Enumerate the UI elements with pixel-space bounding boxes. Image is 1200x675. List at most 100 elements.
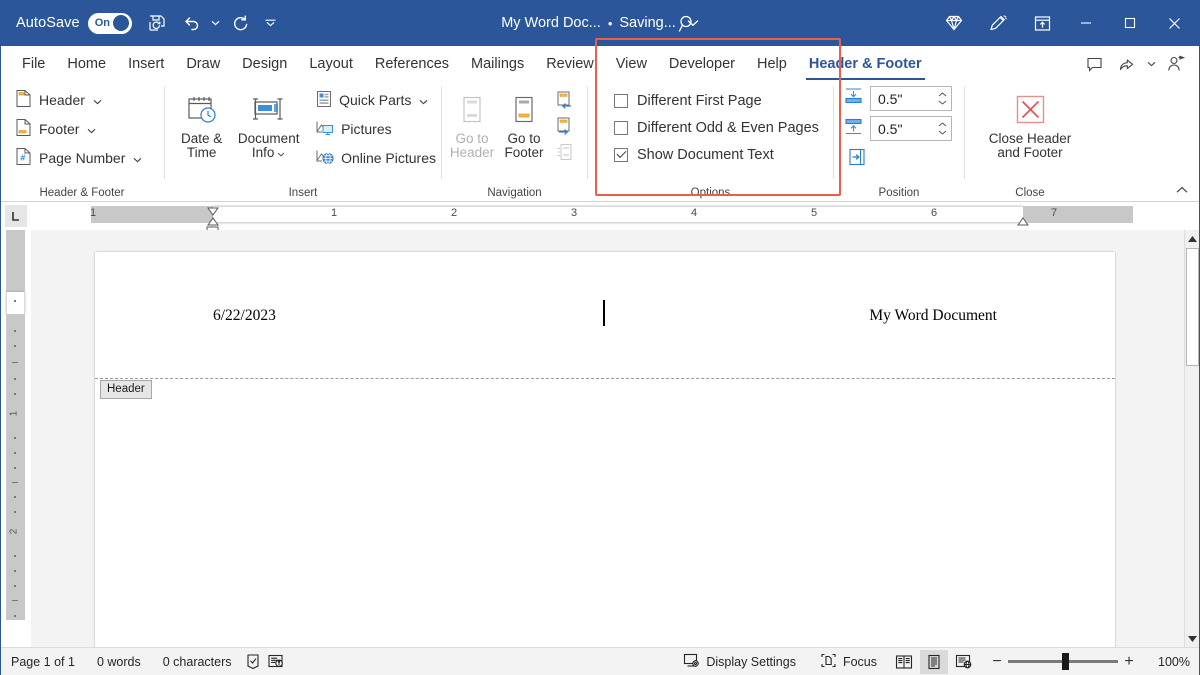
customize-quick-access-toolbar-icon[interactable] <box>258 6 284 40</box>
go-to-header-button[interactable]: Go to Header <box>446 86 498 160</box>
document-info-button[interactable]: Document Info <box>234 86 303 160</box>
maximize-icon[interactable] <box>1108 0 1152 46</box>
document-info-chevron-down-icon[interactable] <box>277 146 285 160</box>
close-header-and-footer-button[interactable]: Close Header and Footer <box>974 86 1086 160</box>
ribbon-group-options: Different First Page Different Odd & Eve… <box>588 80 833 202</box>
autosave-toggle[interactable]: On <box>88 13 132 34</box>
tab-design[interactable]: Design <box>231 48 298 80</box>
checkbox-different-first-page[interactable]: Different First Page <box>610 88 762 113</box>
focus-button[interactable]: Focus <box>809 649 888 675</box>
document-area[interactable]: 6/22/2023 My Word Document Header <box>31 230 1184 647</box>
display-settings-button[interactable]: Display Settings <box>672 649 807 675</box>
horizontal-ruler[interactable]: 1 1 2 3 4 5 6 7 <box>31 202 1200 230</box>
vertical-ruler[interactable]: 1 2 <box>0 230 31 647</box>
go-to-footer-button[interactable]: Go to Footer <box>498 86 550 160</box>
tab-header-and-footer[interactable]: Header & Footer <box>798 48 933 80</box>
tab-mailings[interactable]: Mailings <box>460 48 535 80</box>
show-document-text-label: Show Document Text <box>637 147 774 163</box>
print-layout-icon[interactable] <box>920 650 948 674</box>
footer-position-input[interactable]: 0.5" <box>870 116 952 141</box>
svg-text:#: # <box>20 154 27 163</box>
vruler-dot <box>14 300 16 302</box>
header-button[interactable]: Header <box>10 86 147 114</box>
footer-chevron-down-icon[interactable] <box>87 121 96 137</box>
share-icon[interactable] <box>1110 50 1142 78</box>
horizontal-ruler-row: 1 1 2 3 4 5 6 7 <box>0 202 1200 230</box>
chevron-up-icon[interactable] <box>1172 181 1192 199</box>
document-info-icon <box>250 90 288 132</box>
checkbox-different-odd-even-pages[interactable]: Different Odd & Even Pages <box>610 115 819 140</box>
link-to-previous-icon[interactable] <box>552 139 578 164</box>
close-icon[interactable] <box>1152 0 1196 46</box>
document-name[interactable]: My Word Doc... <box>501 15 601 31</box>
zoom-level[interactable]: 100% <box>1148 655 1190 669</box>
header-zone[interactable]: 6/22/2023 My Word Document <box>95 252 1115 378</box>
undo-dropdown-chevron-down-icon[interactable] <box>208 6 224 40</box>
scroll-down-icon[interactable] <box>1185 630 1200 647</box>
next-section-icon[interactable] <box>552 113 578 138</box>
zoom-track[interactable] <box>1008 660 1118 663</box>
redo-icon[interactable] <box>224 6 258 40</box>
scroll-up-icon[interactable] <box>1185 230 1200 247</box>
right-indent-marker[interactable] <box>1017 213 1029 231</box>
vruler-dot <box>14 378 16 380</box>
header-position-input[interactable]: 0.5" <box>870 86 952 111</box>
tab-insert[interactable]: Insert <box>117 48 175 80</box>
zoom-in-icon[interactable]: + <box>1118 651 1140 673</box>
scrollbar-thumb[interactable] <box>1186 248 1199 366</box>
left-tab-stop-icon[interactable] <box>0 202 31 230</box>
document-page[interactable]: 6/22/2023 My Word Document Header <box>95 252 1115 647</box>
word-count[interactable]: 0 words <box>86 649 152 675</box>
previous-section-icon[interactable] <box>552 87 578 112</box>
diamond-icon[interactable] <box>932 0 976 46</box>
spelling-check-icon[interactable] <box>243 650 265 674</box>
tab-view[interactable]: View <box>605 48 658 80</box>
tab-file[interactable]: File <box>11 48 56 80</box>
read-mode-icon[interactable] <box>890 650 918 674</box>
date-time-line1: Date & <box>181 132 222 146</box>
page-count[interactable]: Page 1 of 1 <box>0 649 86 675</box>
footer-position-spinner[interactable] <box>934 117 951 140</box>
insert-alignment-tab-icon[interactable] <box>844 144 870 170</box>
tab-draw[interactable]: Draw <box>175 48 231 80</box>
status-bar: Page 1 of 1 0 words 0 characters <box>0 647 1200 675</box>
save-sync-icon[interactable] <box>140 6 174 40</box>
close-header-footer-line1: Close Header <box>989 132 1072 146</box>
online-pictures-button[interactable]: Online Pictures <box>311 144 441 172</box>
comment-icon[interactable] <box>1078 50 1110 78</box>
page-number-button[interactable]: # Page Number <box>10 144 147 172</box>
tab-layout[interactable]: Layout <box>298 48 364 80</box>
zoom-thumb[interactable] <box>1062 653 1069 670</box>
pictures-button[interactable]: Pictures <box>311 115 441 143</box>
footer-button[interactable]: Footer <box>10 115 147 143</box>
minimize-icon[interactable] <box>1064 0 1108 46</box>
accessibility-checker-icon[interactable] <box>265 650 287 674</box>
vertical-scrollbar[interactable] <box>1184 230 1200 647</box>
tab-references[interactable]: References <box>364 48 460 80</box>
header-right-text[interactable]: My Word Document <box>869 307 997 325</box>
zoom-out-icon[interactable]: − <box>986 651 1008 673</box>
date-and-time-button[interactable]: Date & Time <box>171 86 232 160</box>
pen-icon[interactable] <box>976 0 1020 46</box>
header-left-text[interactable]: 6/22/2023 <box>213 307 276 325</box>
person-add-icon[interactable] <box>1160 50 1192 78</box>
undo-icon[interactable] <box>174 6 208 40</box>
web-layout-icon[interactable] <box>950 650 978 674</box>
display-settings-icon <box>683 652 700 672</box>
tab-developer[interactable]: Developer <box>658 48 746 80</box>
header-position-spinner[interactable] <box>934 87 951 110</box>
tab-home[interactable]: Home <box>56 48 117 80</box>
tab-help[interactable]: Help <box>746 48 798 80</box>
quick-parts-chevron-down-icon[interactable] <box>419 92 428 108</box>
ribbon-display-options-icon[interactable] <box>1020 0 1064 46</box>
zoom-slider[interactable]: − + <box>986 651 1140 673</box>
checkbox-show-document-text[interactable]: Show Document Text <box>610 142 774 167</box>
search-icon[interactable] <box>672 8 702 38</box>
page-number-chevron-down-icon[interactable] <box>133 150 142 166</box>
tab-review[interactable]: Review <box>535 48 605 80</box>
quick-parts-button[interactable]: Quick Parts <box>311 86 441 114</box>
share-chevron-down-icon[interactable] <box>1142 50 1160 78</box>
ruler-tick: 4 <box>691 207 697 219</box>
header-chevron-down-icon[interactable] <box>93 92 102 108</box>
character-count[interactable]: 0 characters <box>152 649 243 675</box>
